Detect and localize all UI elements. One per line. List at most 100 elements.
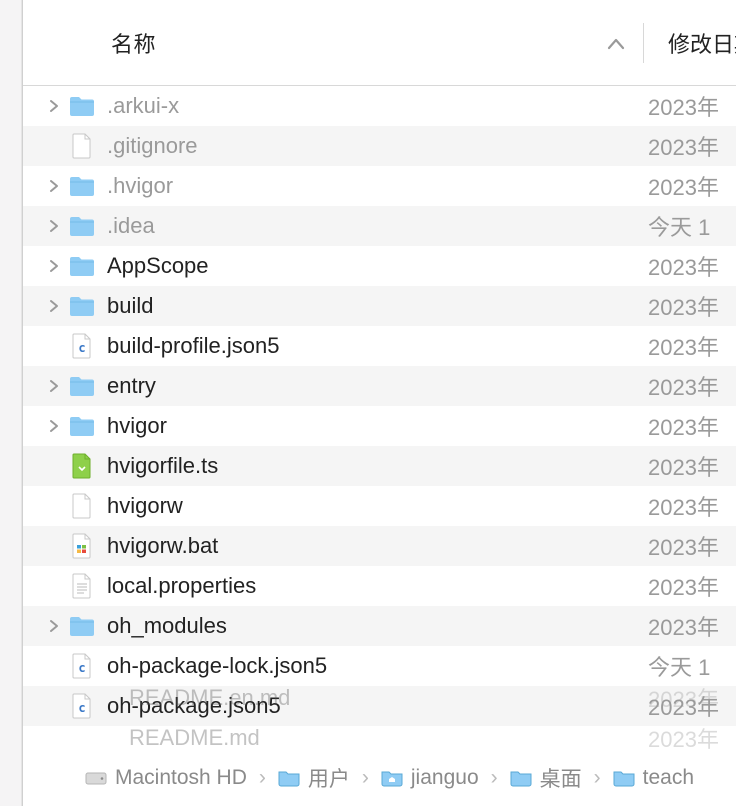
file-icon: c [69, 333, 95, 359]
chevron-right-icon: › [362, 766, 369, 790]
folder-icon [69, 293, 95, 319]
file-row[interactable]: hvigorw2023年 [23, 486, 736, 526]
file-row[interactable]: oh_modules2023年 [23, 606, 736, 646]
chevron-right-icon: › [259, 766, 266, 790]
file-icon: c [69, 653, 95, 679]
disclosure-triangle-icon[interactable] [45, 177, 63, 195]
crumb-label: teach [643, 766, 694, 790]
path-crumb[interactable]: jianguo [381, 766, 479, 790]
filename-label: hvigorw.bat [107, 533, 644, 559]
file-row[interactable]: local.properties2023年 [23, 566, 736, 606]
chevron-right-icon: › [491, 766, 498, 790]
filename-label: local.properties [107, 573, 644, 599]
disclosure-triangle-icon[interactable] [45, 217, 63, 235]
folder-icon [69, 373, 95, 399]
folder-icon [278, 769, 300, 787]
window-gutter [0, 0, 22, 806]
file-row[interactable]: hvigorfile.ts2023年 [23, 446, 736, 486]
folder-icon [69, 413, 95, 439]
date-label: 2023年 [644, 450, 736, 482]
date-label: 2023年 [644, 490, 736, 522]
column-header-row: 名称 修改日期 [23, 0, 736, 86]
file-row[interactable]: c build-profile.json52023年 [23, 326, 736, 366]
date-label: 2023年 [644, 290, 736, 322]
file-row[interactable]: hvigor2023年 [23, 406, 736, 446]
folder-icon [69, 613, 95, 639]
filename-label: .idea [107, 213, 644, 239]
filename-label: oh-package-lock.json5 [107, 653, 644, 679]
crumb-label: jianguo [411, 766, 479, 790]
column-header-name[interactable]: 名称 [23, 0, 643, 85]
svg-text:c: c [78, 661, 85, 675]
filename-label: hvigor [107, 413, 644, 439]
file-row[interactable]: .arkui-x2023年 [23, 86, 736, 126]
path-crumb[interactable]: 桌面 [510, 763, 582, 793]
disclosure-triangle-icon[interactable] [45, 617, 63, 635]
file-row[interactable]: hvigorw.bat2023年 [23, 526, 736, 566]
column-header-date[interactable]: 修改日期 [644, 27, 736, 59]
crumb-label: Macintosh HD [115, 766, 247, 790]
filename-label: .arkui-x [107, 93, 644, 119]
folder-icon [69, 213, 95, 239]
finder-window: 名称 修改日期 .arkui-x2023年.gitignore2023年.hvi… [22, 0, 736, 806]
svg-text:c: c [78, 341, 85, 355]
file-list: .arkui-x2023年.gitignore2023年.hvigor2023年… [23, 86, 736, 726]
date-label: 2023年 [644, 330, 736, 362]
file-icon [69, 133, 95, 159]
ghost-row: README.md 2023年 [45, 718, 736, 758]
file-icon [91, 685, 117, 711]
filename-label: build [107, 293, 644, 319]
file-row[interactable]: .hvigor2023年 [23, 166, 736, 206]
file-icon [69, 493, 95, 519]
ghost-rows: README.en.md 2023年 README.md 2023年 [45, 678, 736, 758]
home-folder-icon [381, 769, 403, 787]
crumb-label: 桌面 [540, 763, 582, 793]
filename-label: entry [107, 373, 644, 399]
file-row[interactable]: .idea今天 1 [23, 206, 736, 246]
date-label: 2023年 [644, 250, 736, 282]
date-label: 今天 1 [644, 210, 736, 242]
ghost-row: README.en.md 2023年 [45, 678, 736, 718]
filename-label: hvigorfile.ts [107, 453, 644, 479]
file-row[interactable]: build2023年 [23, 286, 736, 326]
file-row[interactable]: entry2023年 [23, 366, 736, 406]
path-crumb-disk[interactable]: Macintosh HD [85, 766, 247, 790]
folder-icon [69, 173, 95, 199]
disclosure-triangle-icon[interactable] [45, 257, 63, 275]
file-icon [91, 725, 117, 751]
filename-label: build-profile.json5 [107, 333, 644, 359]
disclosure-triangle-icon[interactable] [45, 377, 63, 395]
folder-icon [613, 769, 635, 787]
chevron-right-icon: › [594, 766, 601, 790]
sort-ascending-icon [607, 30, 625, 56]
folder-icon [69, 93, 95, 119]
folder-icon [69, 253, 95, 279]
date-label: 2023年 [644, 370, 736, 402]
disclosure-triangle-icon[interactable] [45, 417, 63, 435]
column-header-date-label: 修改日期 [668, 32, 736, 57]
file-row[interactable]: .gitignore2023年 [23, 126, 736, 166]
disclosure-triangle-icon[interactable] [45, 297, 63, 315]
ghost-filename: README.md [129, 725, 644, 751]
ghost-date: 2023年 [644, 722, 736, 754]
column-header-name-label: 名称 [111, 27, 156, 59]
filename-label: hvigorw [107, 493, 644, 519]
ghost-filename: README.en.md [129, 685, 644, 711]
file-icon [69, 533, 95, 559]
date-label: 2023年 [644, 170, 736, 202]
file-row[interactable]: AppScope2023年 [23, 246, 736, 286]
filename-label: oh_modules [107, 613, 644, 639]
date-label: 2023年 [644, 530, 736, 562]
date-label: 2023年 [644, 130, 736, 162]
folder-icon [510, 769, 532, 787]
crumb-label: 用户 [308, 763, 350, 793]
disclosure-triangle-icon[interactable] [45, 97, 63, 115]
path-bar[interactable]: Macintosh HD › 用户 › jianguo › 桌面 › teach [45, 758, 736, 798]
file-icon [69, 453, 95, 479]
date-label: 2023年 [644, 610, 736, 642]
path-crumb[interactable]: 用户 [278, 763, 350, 793]
filename-label: AppScope [107, 253, 644, 279]
filename-label: .gitignore [107, 133, 644, 159]
disk-icon [85, 769, 107, 787]
path-crumb[interactable]: teach [613, 766, 694, 790]
